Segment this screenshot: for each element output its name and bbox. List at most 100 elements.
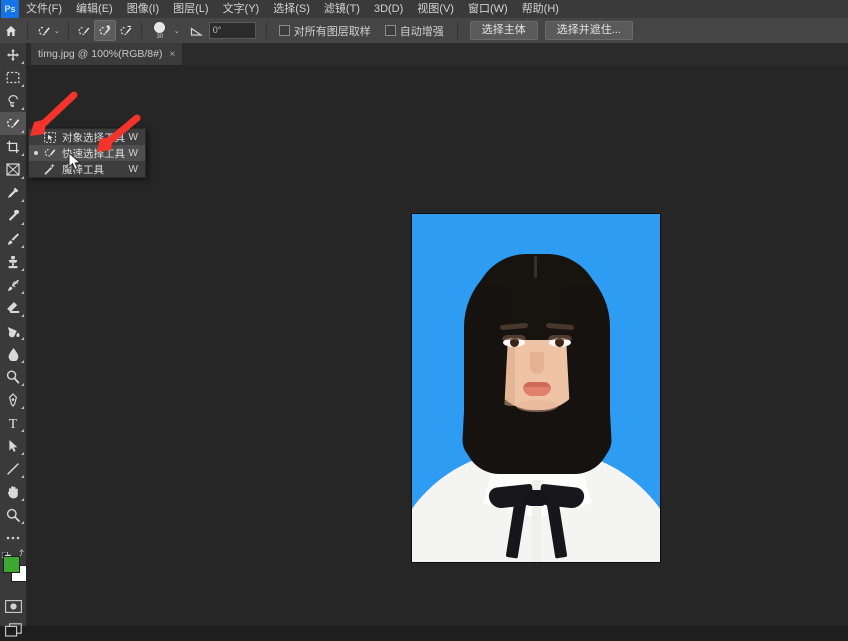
photo-eyelid-left [502, 335, 526, 340]
tool-corner-icon [21, 314, 24, 317]
menu-edit[interactable]: 编辑(E) [69, 0, 120, 18]
menu-type[interactable]: 文字(Y) [216, 0, 267, 18]
angle-icon [187, 21, 207, 40]
menu-filter[interactable]: 滤镜(T) [317, 0, 367, 18]
flyout-label-object-selection: 对象选择工具 [62, 131, 125, 144]
tool-corner-icon [21, 429, 24, 432]
tool-corner-icon [21, 245, 24, 248]
quick-mask-button[interactable] [0, 595, 26, 618]
brush-chevron-down-icon[interactable]: ⌄ [174, 27, 180, 35]
angle-input[interactable]: 0° [208, 22, 256, 39]
canvas-area[interactable] [26, 65, 848, 626]
quick-selection-icon [41, 147, 58, 159]
menu-3d[interactable]: 3D(D) [367, 0, 410, 18]
eyedropper-tool[interactable] [0, 181, 26, 204]
auto-enhance-checkbox[interactable]: 自动增强 [384, 23, 444, 39]
eraser-tool[interactable] [0, 296, 26, 319]
photo-bowtie-knot [525, 490, 547, 506]
sample-all-layers-label: 对所有图层取样 [293, 25, 371, 38]
brush-size-preview[interactable]: 30 [147, 20, 173, 41]
options-divider [27, 22, 28, 39]
clone-stamp-tool[interactable] [0, 250, 26, 273]
sample-all-layers-checkbox[interactable]: 对所有图层取样 [278, 23, 371, 39]
tool-corner-icon [21, 61, 24, 64]
document-tab-title: timg.jpg @ 100%(RGB/8#) [38, 48, 163, 60]
quick-selection-new-icon[interactable] [74, 21, 94, 40]
object-selection-icon [41, 131, 58, 143]
menu-window[interactable]: 窗口(W) [461, 0, 515, 18]
type-tool[interactable]: T [0, 411, 26, 434]
healing-brush-tool[interactable] [0, 204, 26, 227]
quick-selection-tool[interactable] [0, 112, 26, 135]
flyout-item-object-selection[interactable]: 对象选择工具 W [29, 129, 145, 145]
tool-corner-icon [21, 222, 24, 225]
tool-corner-icon [21, 475, 24, 478]
document-image-timg[interactable] [412, 214, 660, 562]
tool-corner-icon [21, 130, 24, 133]
menu-file[interactable]: 文件(F) [19, 0, 69, 18]
quick-selection-add-icon[interactable] [93, 20, 116, 41]
photo-eyelid-right [548, 335, 572, 340]
dodge-tool[interactable] [0, 365, 26, 388]
crop-tool[interactable] [0, 135, 26, 158]
svg-text:T: T [9, 417, 18, 430]
menu-select[interactable]: 选择(S) [266, 0, 317, 18]
history-brush-tool[interactable] [0, 273, 26, 296]
hand-tool[interactable] [0, 480, 26, 503]
tool-corner-icon [21, 268, 24, 271]
move-tool[interactable] [0, 43, 26, 66]
magic-wand-icon [41, 163, 58, 175]
photo-nose [530, 352, 544, 374]
document-tab-bar: timg.jpg @ 100%(RGB/8#) × [26, 43, 848, 66]
chevron-down-icon[interactable]: ⌄ [54, 27, 60, 35]
lasso-tool[interactable] [0, 89, 26, 112]
tool-corner-icon [21, 291, 24, 294]
flyout-shortcut-magic-wand: W [128, 163, 138, 175]
edit-toolbar-button[interactable] [0, 526, 26, 549]
zoom-tool[interactable] [0, 503, 26, 526]
gradient-tool[interactable] [0, 319, 26, 342]
options-divider-2 [67, 22, 69, 39]
select-and-mask-button[interactable]: 选择并遮住... [544, 21, 633, 40]
tool-corner-icon [21, 199, 24, 202]
blur-tool[interactable] [0, 342, 26, 365]
screen-mode-button[interactable] [0, 618, 26, 641]
home-icon[interactable] [0, 21, 22, 41]
quick-selection-subtract-icon[interactable] [116, 21, 136, 40]
select-subject-button[interactable]: 选择主体 [469, 21, 538, 40]
menu-image[interactable]: 图像(I) [120, 0, 166, 18]
options-divider-4 [265, 22, 267, 39]
tools-panel: T ⤴ [0, 43, 28, 637]
menu-layer[interactable]: 图层(L) [166, 0, 215, 18]
quick-selection-preset-icon[interactable] [33, 21, 53, 40]
path-selection-tool[interactable] [0, 434, 26, 457]
checkbox-box[interactable] [278, 25, 290, 36]
photoshop-window: Ps 文件(F) 编辑(E) 图像(I) 图层(L) 文字(Y) 选择(S) 滤… [0, 0, 848, 637]
quick-selection-flyout-menu[interactable]: 对象选择工具 W 快速选择工具 W 魔棒工具 W [28, 128, 146, 178]
pen-tool[interactable] [0, 388, 26, 411]
tool-corner-icon [21, 521, 24, 524]
menu-bar: Ps 文件(F) 编辑(E) 图像(I) 图层(L) 文字(Y) 选择(S) 滤… [0, 0, 848, 18]
flyout-item-quick-selection[interactable]: 快速选择工具 W [29, 145, 145, 161]
frame-tool[interactable] [0, 158, 26, 181]
brush-dot-icon [154, 21, 166, 33]
document-tab-timg[interactable]: timg.jpg @ 100%(RGB/8#) × [31, 43, 183, 65]
menu-help[interactable]: 帮助(H) [515, 0, 566, 18]
menu-view[interactable]: 视图(V) [410, 0, 461, 18]
options-bar: ⌄ 30 ⌄ 0° 对所有图层取样 自动增强 选择主体 选择并遮住... [0, 18, 848, 44]
tool-corner-icon [21, 452, 24, 455]
color-swatches: ⤴ [0, 549, 28, 587]
checkbox-box[interactable] [384, 25, 396, 36]
line-shape-tool[interactable] [0, 457, 26, 480]
photo-hair-part [534, 256, 537, 278]
selected-bullet-icon [34, 151, 38, 155]
rectangular-marquee-tool[interactable] [0, 66, 26, 89]
close-icon[interactable]: × [169, 49, 175, 60]
photo-chin [516, 400, 558, 412]
tool-corner-icon [21, 498, 24, 501]
foreground-color-swatch[interactable] [3, 556, 20, 573]
mouse-cursor [68, 152, 82, 171]
flyout-shortcut-object-selection: W [128, 131, 138, 143]
flyout-item-magic-wand[interactable]: 魔棒工具 W [29, 161, 145, 177]
brush-tool[interactable] [0, 227, 26, 250]
